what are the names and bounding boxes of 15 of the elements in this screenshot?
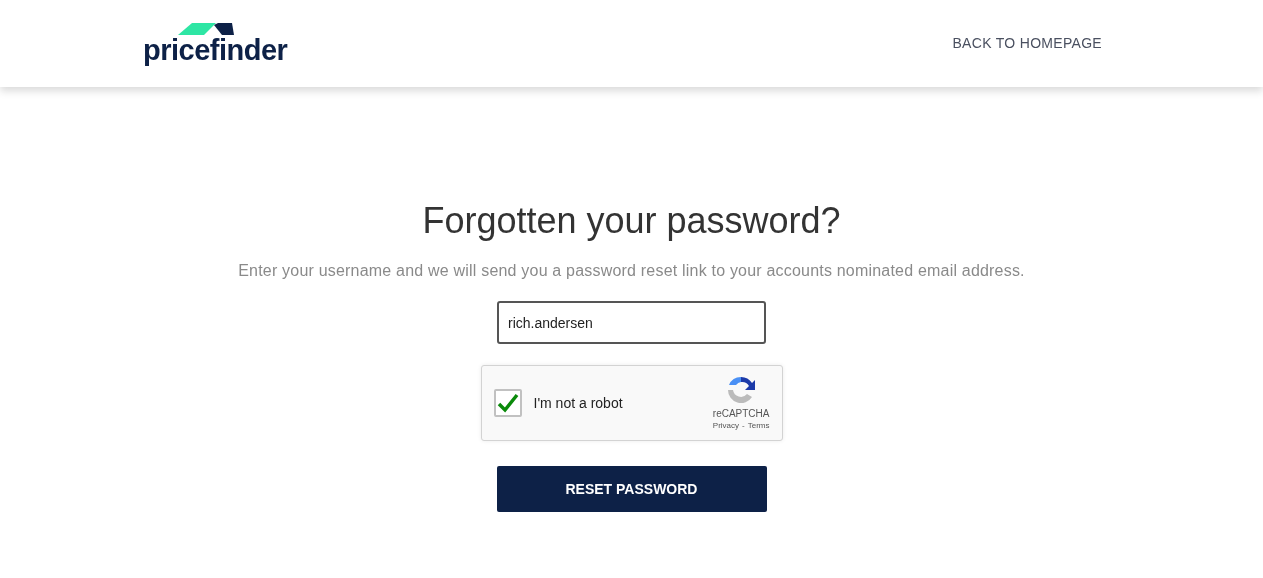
separator-text: - <box>742 420 745 432</box>
page-title: Forgotten your password? <box>422 199 841 243</box>
recaptcha-icon <box>728 377 756 404</box>
captcha-label: I'm not a robot <box>533 393 623 413</box>
terms-link[interactable]: Terms <box>747 420 770 432</box>
reset-password-button[interactable]: RESET PASSWORD <box>496 466 767 512</box>
username-field[interactable]: rich.andersen <box>497 301 766 344</box>
instruction-text: Enter your username and we will send you a password reset link to your accounts nominated email address. <box>238 261 1025 281</box>
privacy-link[interactable]: Privacy <box>712 420 740 432</box>
logo-text: pricefinder <box>143 34 288 65</box>
captcha-checkbox[interactable] <box>493 389 522 417</box>
roof-icon <box>178 22 234 35</box>
check-icon <box>496 393 519 413</box>
back-to-homepage-link[interactable]: BACK TO HOMEPAGE <box>952 33 1102 54</box>
recaptcha-text: reCAPTCHA <box>712 408 770 420</box>
